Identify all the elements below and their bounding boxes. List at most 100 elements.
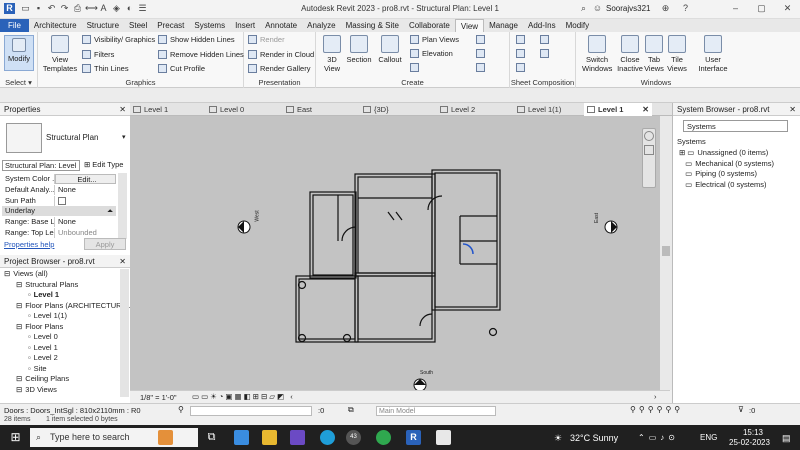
- underlay-row[interactable]: Range: Top Le... Unbounded: [2, 228, 116, 238]
- search-icon[interactable]: ⌕: [578, 3, 589, 14]
- 3d-view-button[interactable]: 3D View: [320, 35, 344, 73]
- view-tab[interactable]: {3D}: [360, 103, 437, 116]
- drawing-area[interactable]: West East South: [130, 116, 660, 390]
- tree-item[interactable]: ▫ Level 1: [28, 343, 58, 353]
- selection-filter-icons[interactable]: ⚲⚲⚲⚲⚲⚲: [630, 405, 683, 414]
- view-icon[interactable]: ▫: [28, 290, 31, 299]
- ribbon-tab-massing-site[interactable]: Massing & Site: [341, 19, 404, 32]
- system-item[interactable]: ⊞ ▭ Unassigned (0 items): [679, 148, 768, 158]
- ribbon-tab-structure[interactable]: Structure: [82, 19, 124, 32]
- store-icon[interactable]: [290, 430, 305, 445]
- systems-dropdown[interactable]: Systems: [683, 120, 788, 132]
- ribbon-tab-steel[interactable]: Steel: [124, 19, 152, 32]
- close-icon[interactable]: ✕: [782, 3, 793, 14]
- close-tab-icon[interactable]: ✕: [642, 103, 649, 116]
- design-options-icon[interactable]: ⧉: [348, 405, 354, 415]
- render-gallery-button[interactable]: Render Gallery: [248, 64, 310, 73]
- view-tab[interactable]: Level 1: [130, 103, 206, 116]
- sheet-button[interactable]: [516, 35, 525, 44]
- expand-icon[interactable]: ⊟: [16, 301, 22, 310]
- view-type-selector[interactable]: Structural Plan: Level: [2, 160, 80, 171]
- property-value[interactable]: None: [55, 185, 116, 195]
- thin-lines-button[interactable]: Thin Lines: [82, 64, 129, 73]
- workset-dropdown[interactable]: [190, 406, 312, 416]
- view-tab[interactable]: Level 2: [437, 103, 514, 116]
- system-item[interactable]: ▭ Piping (0 systems): [679, 169, 757, 179]
- property-value[interactable]: Edit...: [55, 174, 116, 184]
- project-browser-scrollbar[interactable]: [120, 269, 129, 397]
- property-value[interactable]: None: [55, 217, 116, 227]
- legends-button[interactable]: [476, 49, 485, 58]
- ribbon-tab-analyze[interactable]: Analyze: [302, 19, 340, 32]
- expand-icon[interactable]: [679, 159, 683, 168]
- remove-hidden-lines-button[interactable]: Remove Hidden Lines: [158, 50, 244, 59]
- cart-icon[interactable]: ⊕: [660, 3, 671, 14]
- underlay-row[interactable]: Range: Base L...None: [2, 217, 116, 227]
- windows-start-icon[interactable]: ⊞: [8, 430, 23, 445]
- expand-icon[interactable]: [679, 169, 683, 178]
- tree-item[interactable]: ▫ Level 1: [28, 290, 59, 300]
- drawing-vertical-scrollbar[interactable]: [660, 116, 672, 390]
- view-control-icons[interactable]: ▭▭☀◔▣▦◧⊞⊟▱◩ ‹: [192, 392, 295, 401]
- properties-help-link[interactable]: Properties help: [4, 240, 54, 249]
- properties-scrollbar[interactable]: [118, 173, 127, 239]
- visibility-graphics-button[interactable]: Visibility/ Graphics: [82, 35, 155, 44]
- property-row[interactable]: Default Analy... None: [2, 185, 116, 195]
- system-item[interactable]: ▭ Mechanical (0 systems): [679, 159, 774, 169]
- tree-item[interactable]: ⊟ Views (all): [4, 269, 48, 279]
- file-explorer-icon[interactable]: [262, 430, 277, 445]
- view-icon[interactable]: ▫: [28, 343, 31, 352]
- view-icon[interactable]: ▫: [28, 364, 31, 373]
- revisions-button[interactable]: [516, 63, 525, 72]
- help-icon[interactable]: ?: [680, 3, 691, 14]
- ribbon-tab-manage[interactable]: Manage: [484, 19, 523, 32]
- revit-taskbar-icon[interactable]: R: [406, 430, 421, 445]
- worksets-icon[interactable]: ⚲: [178, 405, 184, 414]
- view-templates-button[interactable]: View Templates: [42, 35, 78, 73]
- property-value[interactable]: [55, 196, 116, 206]
- schedules-button[interactable]: [476, 63, 485, 72]
- underlay-header[interactable]: Underlay ⏶: [2, 206, 116, 216]
- ribbon-tab-modify[interactable]: Modify: [561, 19, 595, 32]
- system-browser-close-icon[interactable]: ✕: [789, 103, 796, 116]
- close-inactive-button[interactable]: Close Inactive: [616, 35, 644, 73]
- tree-item[interactable]: ⊟ Floor Plans: [16, 322, 63, 332]
- tree-item[interactable]: ▫ Level 1(1): [28, 311, 67, 321]
- switch-windows-button[interactable]: Switch Windows: [582, 35, 612, 73]
- minimize-icon[interactable]: –: [730, 3, 741, 14]
- tree-item[interactable]: ▫ Level 0: [28, 332, 58, 342]
- clock-date[interactable]: 25-02-2023: [729, 438, 770, 447]
- tile-views-button[interactable]: Tile Views: [666, 35, 688, 73]
- duplicate-view-button[interactable]: [476, 35, 485, 44]
- sun-path-checkbox[interactable]: [58, 197, 66, 205]
- type-selector-chevron-icon[interactable]: ▾: [122, 133, 126, 141]
- weather-text[interactable]: 32°C Sunny: [570, 433, 618, 443]
- scroll-thumb[interactable]: [662, 246, 670, 256]
- type-name[interactable]: Structural Plan: [46, 133, 98, 142]
- maximize-icon[interactable]: ▢: [756, 3, 767, 14]
- zoom-icon[interactable]: [644, 145, 654, 155]
- expand-icon[interactable]: ⊟: [16, 385, 22, 394]
- navigation-bar[interactable]: [642, 128, 656, 188]
- ribbon-tab-view[interactable]: View: [454, 19, 485, 32]
- modify-button[interactable]: Modify: [4, 35, 34, 71]
- view-tab[interactable]: East: [283, 103, 360, 116]
- ribbon-tab-collaborate[interactable]: Collaborate: [404, 19, 455, 32]
- view-tab[interactable]: Level 1(1): [514, 103, 584, 116]
- user-icon[interactable]: ☺: [592, 3, 603, 14]
- guide-grid-button[interactable]: [540, 35, 549, 44]
- view-tab[interactable]: Level 1 ✕: [584, 103, 652, 116]
- email-icon[interactable]: [234, 430, 249, 445]
- expand-icon[interactable]: [679, 180, 683, 189]
- tab-views-button[interactable]: Tab Views: [644, 35, 664, 73]
- notification-icon[interactable]: ▤: [782, 433, 791, 444]
- tree-item[interactable]: ⊟ Ceiling Plans: [16, 374, 69, 384]
- steering-wheel-icon[interactable]: [644, 131, 654, 141]
- property-row[interactable]: Sun Path: [2, 196, 116, 206]
- ribbon-tab-precast[interactable]: Precast: [152, 19, 189, 32]
- expand-icon[interactable]: ⊟: [16, 280, 22, 289]
- expand-icon[interactable]: ⊟: [16, 322, 22, 331]
- chrome-icon[interactable]: [376, 430, 391, 445]
- ribbon-tab-architecture[interactable]: Architecture: [29, 19, 82, 32]
- tree-item[interactable]: ⊟ Structural Plans: [16, 280, 78, 290]
